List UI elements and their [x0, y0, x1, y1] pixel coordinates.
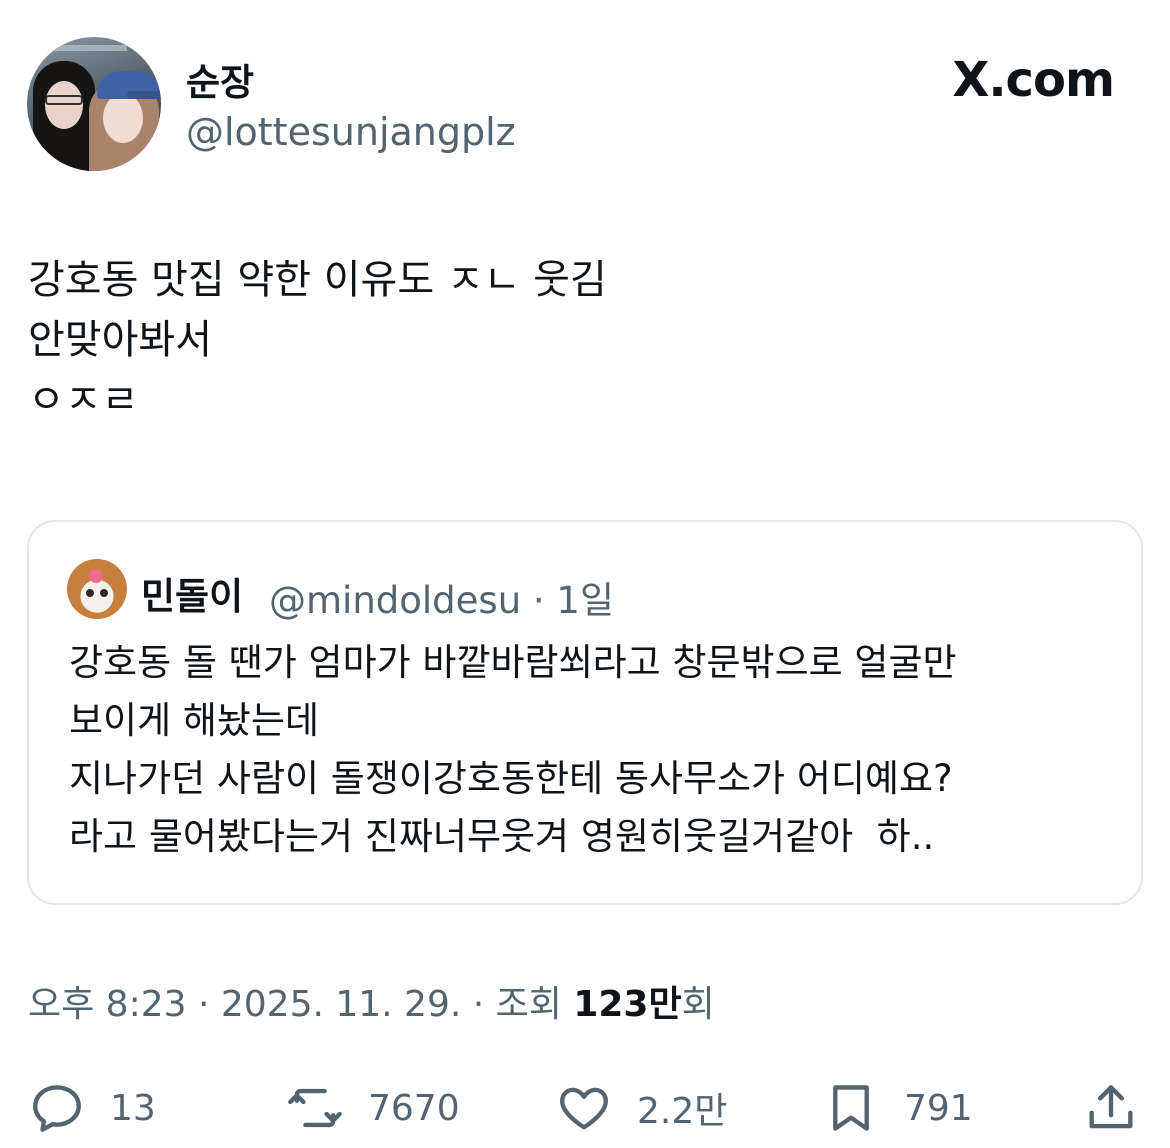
quoted-author-display-name[interactable]: 민돌이: [141, 566, 243, 620]
tweet-text: 강호동 맛집 약한 이유도 ㅈㄴ 웃김 안맞아봐서 ㅇㅈㄹ: [28, 250, 1138, 430]
avatar-flower: [89, 569, 103, 583]
view-count-number: 123만: [573, 984, 682, 1025]
x-logo-icon: X.com: [952, 52, 1115, 108]
bookmark-button[interactable]: 791: [822, 1078, 973, 1138]
avatar-figure-left-glasses: [45, 95, 83, 105]
quoted-tweet-text: 강호동 돌 땐가 엄마가 바깥바람쐬라고 창문밖으로 얼굴만 보이게 해놨는데 …: [69, 634, 1129, 866]
tweet-timestamp[interactable]: 오후 8:23 · 2025. 11. 29. · 조회: [28, 984, 573, 1025]
tweet-line: 강호동 맛집 약한 이유도 ㅈㄴ 웃김: [28, 257, 607, 303]
avatar-figure-right-cap-brim: [127, 91, 161, 99]
avatar-figure-right-face: [103, 93, 143, 143]
retweet-icon: [288, 1088, 342, 1128]
share-button[interactable]: [1082, 1078, 1140, 1138]
quoted-author-handle-and-time: @mindoldesu · 1일: [269, 579, 615, 622]
quoted-tweet-card[interactable]: 민돌이 @mindoldesu · 1일 강호동 돌 땐가 엄마가 바깥바람쐬라…: [27, 520, 1143, 905]
reply-button[interactable]: 13: [28, 1078, 156, 1138]
author-display-name[interactable]: 순장: [186, 52, 254, 106]
retweet-button[interactable]: 7670: [286, 1078, 460, 1138]
avatar-cat-eye: [100, 589, 108, 597]
author-handle[interactable]: @lottesunjangplz: [186, 110, 516, 154]
quoted-line: 보이게 해놨는데: [69, 699, 320, 742]
quoted-line: 지나가던 사람이 돌쟁이강호동한테 동사무소가 어디예요?: [69, 757, 953, 800]
tweet-timestamp-row: 오후 8:23 · 2025. 11. 29. · 조회 123만회: [28, 975, 715, 1027]
view-count-suffix: 회: [681, 984, 715, 1025]
like-count: 2.2만: [637, 1091, 728, 1132]
avatar-figure-left-face: [45, 81, 83, 129]
like-button[interactable]: 2.2만: [555, 1078, 727, 1138]
reply-count: 13: [110, 1087, 156, 1129]
quoted-line: 라고 물어봤다는거 진짜너무웃겨 영원히웃길거같아 하..: [69, 815, 935, 858]
reply-icon: [33, 1085, 81, 1132]
heart-icon: [560, 1087, 608, 1130]
author-avatar[interactable]: [27, 37, 161, 171]
tweet-line: ㅇㅈㄹ: [28, 377, 139, 423]
retweet-count: 7670: [368, 1087, 460, 1129]
quoted-line: 강호동 돌 땐가 엄마가 바깥바람쐬라고 창문밖으로 얼굴만: [69, 641, 957, 684]
bookmark-icon: [833, 1085, 869, 1131]
quoted-author-avatar[interactable]: [67, 559, 127, 619]
share-icon: [1089, 1085, 1133, 1129]
avatar-cat-eye: [86, 589, 94, 597]
tweet-line: 안맞아봐서: [28, 317, 212, 363]
bookmark-count: 791: [904, 1087, 973, 1129]
avatar-background: [37, 45, 127, 51]
tweet-page: 순장 @lottesunjangplz X.com 강호동 맛집 약한 이유도 …: [0, 0, 1170, 1148]
